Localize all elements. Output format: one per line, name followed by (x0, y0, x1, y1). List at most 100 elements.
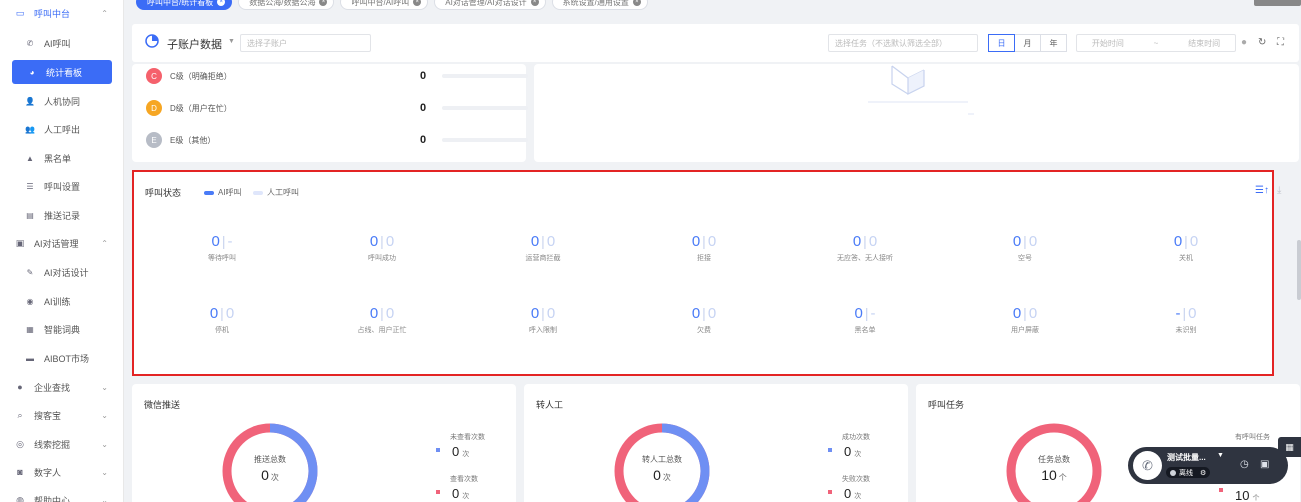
tab[interactable]: 呼叫中台/AI呼叫 × (340, 0, 429, 10)
value-separator: | (1023, 233, 1027, 249)
sidebar-item[interactable]: ✎ AI对话设计 (0, 260, 123, 284)
card-title: 微信推送 (144, 400, 181, 410)
download-icon[interactable]: ⤓ (1277, 185, 1281, 196)
legend-unit: 次 (462, 451, 470, 458)
sidebar-item[interactable]: ✆ AI呼叫 (0, 31, 123, 55)
sidebar-item[interactable]: ⌕ 搜客宝 ⌄ (0, 403, 123, 427)
sidebar-item[interactable]: ☰ 呼叫设置 (0, 174, 123, 198)
metric-label: 关机 (1179, 255, 1193, 262)
manual-call-value: 0 (1028, 233, 1038, 250)
subaccount-select[interactable]: 选择子账户 (240, 34, 371, 52)
monitor-icon: ▭ (15, 7, 25, 18)
search-icon: ⌕ (17, 409, 23, 420)
metric-label: 黑名单 (854, 327, 876, 334)
call-widget[interactable]: ✆ 测试批量... ▼ 离线 ⚙ ◷ ▣ (1128, 447, 1288, 484)
close-icon[interactable]: × (632, 0, 641, 6)
settings-icon: ⚙ (1200, 469, 1207, 477)
sidebar-item[interactable]: ◍ 帮助中心 ⌄ (0, 488, 123, 502)
task-select[interactable]: 选择任务（不选默认筛选全部） (828, 34, 978, 52)
status-badge[interactable]: 离线 ⚙ (1166, 467, 1211, 478)
grade-badge-icon: C (146, 68, 162, 84)
legend-dot (828, 448, 832, 452)
sidebar-item-label: AI对话管理 (34, 238, 79, 249)
metric-values: 0 | 0 (785, 232, 945, 251)
window-button[interactable] (1254, 0, 1301, 6)
status-metric: 0 | 0 无应答、无人接听 (785, 232, 945, 263)
clock-icon[interactable]: ◷ (1240, 459, 1249, 470)
legend-value: 10 个 (1235, 488, 1259, 502)
value-separator: | (220, 305, 224, 321)
tab[interactable]: 系统设置/通用设置 × (551, 0, 648, 10)
status-metric: 0 | 0 拒接 (624, 232, 784, 263)
ai-call-value: 0 (369, 305, 379, 322)
donut-legend-item: 失败次数 0 次 (828, 474, 898, 502)
tab[interactable]: 呼叫中台/统计看板 × (136, 0, 233, 10)
metric-label: 等待呼叫 (208, 255, 236, 262)
sidebar-item[interactable]: ▭ 呼叫中台 ⌃ (0, 1, 123, 25)
grade-progress-bar (442, 138, 528, 142)
info-icon[interactable]: ● (1241, 37, 1247, 48)
refresh-icon[interactable]: ↻ (1258, 37, 1266, 48)
tab[interactable]: AI对话管理/AI对话设计 × (434, 0, 546, 10)
ai-call-value: 0 (530, 305, 540, 322)
sidebar-item[interactable]: ▲ 黑名单 (0, 146, 123, 170)
sidebar-item[interactable]: ◉ AI训练 (0, 289, 123, 313)
sidebar-item[interactable]: 👤 人机协同 (0, 89, 123, 113)
empty-state-card (534, 64, 1299, 162)
close-icon[interactable]: × (413, 0, 422, 6)
status-metric: 0 | 0 停机 (142, 304, 302, 335)
period-option[interactable]: 年 (1040, 34, 1067, 52)
pen-icon: ✎ (26, 267, 34, 277)
sidebar-item[interactable]: ▤ 推送记录 (0, 203, 123, 227)
sort-icon[interactable]: ☰↑ (1255, 185, 1269, 196)
grade-value: 0 (420, 70, 427, 82)
fullscreen-icon[interactable]: ⛶ (1277, 37, 1284, 48)
sidebar-item-label: 智能词典 (44, 324, 81, 335)
manual-call-value: 0 (385, 305, 395, 322)
donut-center-label: 转人工总数 (642, 455, 682, 464)
metric-label: 呼叫成功 (368, 255, 396, 262)
donut-unit: 个 (1058, 473, 1067, 482)
date-range-picker[interactable]: 开始时间 ~ 结束时间 (1076, 34, 1236, 52)
sidebar-item[interactable]: 👥 人工呼出 (0, 117, 123, 141)
legend-item[interactable]: 人工呼叫 (253, 187, 299, 198)
close-icon[interactable]: × (319, 0, 328, 6)
sidebar-item[interactable]: ◎ 线索挖掘 ⌄ (0, 432, 123, 456)
metric-values: 0 | - (785, 304, 945, 323)
ai-call-value: 0 (369, 233, 379, 250)
sidebar-item-label: AI对话设计 (44, 267, 89, 278)
widget-account-name: 测试批量... (1167, 453, 1206, 462)
sidebar-item[interactable]: ▣ AI对话管理 ⌃ (0, 231, 123, 255)
legend-label: 人工呼叫 (267, 188, 299, 197)
sidebar-item[interactable]: ▦ 智能词典 (0, 317, 123, 341)
scrollbar-thumb[interactable] (1297, 240, 1301, 300)
donut-legend-item: 未查看次数 0 次 (436, 432, 506, 468)
filter-bar: 子账户数据 ▼ 选择子账户 选择任务（不选默认筛选全部） 日月年 开始时间 ~ … (132, 24, 1299, 62)
metric-label: 呼入限制 (529, 327, 557, 334)
close-icon[interactable]: × (530, 0, 539, 6)
tab[interactable]: 数据公海/数据公海 × (238, 0, 335, 10)
sidebar-item[interactable]: ◕ 统计看板 (12, 60, 112, 84)
period-option[interactable]: 日 (988, 34, 1015, 52)
metric-values: - | 0 (1106, 304, 1266, 323)
chevron-down-icon[interactable]: ▼ (1217, 452, 1224, 459)
period-option[interactable]: 月 (1014, 34, 1041, 52)
legend-item[interactable]: AI呼叫 (204, 187, 242, 198)
chevron-down-icon[interactable]: ▼ (228, 38, 235, 45)
manual-call-value: 0 (546, 233, 556, 250)
sidebar-item-label: 搜客宝 (34, 410, 62, 421)
grade-progress-bar (442, 74, 528, 78)
donut-total: 10 (1041, 467, 1057, 483)
minimize-icon[interactable]: ▣ (1260, 459, 1269, 470)
tab-label: 呼叫中台/统计看板 (147, 0, 214, 7)
legend-count: 0 (844, 444, 852, 459)
sidebar-item[interactable]: ◙ 数字人 ⌄ (0, 460, 123, 484)
sidebar-item[interactable]: ▬ AIBOT市场 (0, 346, 123, 370)
sidebar-item[interactable]: ● 企业查找 ⌄ (0, 375, 123, 399)
page-title: 子账户数据 (167, 39, 222, 51)
metric-label: 用户屏蔽 (1011, 327, 1039, 334)
metric-values: 0 | 0 (463, 232, 623, 251)
card-title: 转人工 (536, 400, 564, 410)
empty-box-icon (868, 65, 974, 115)
close-icon[interactable]: × (217, 0, 226, 6)
